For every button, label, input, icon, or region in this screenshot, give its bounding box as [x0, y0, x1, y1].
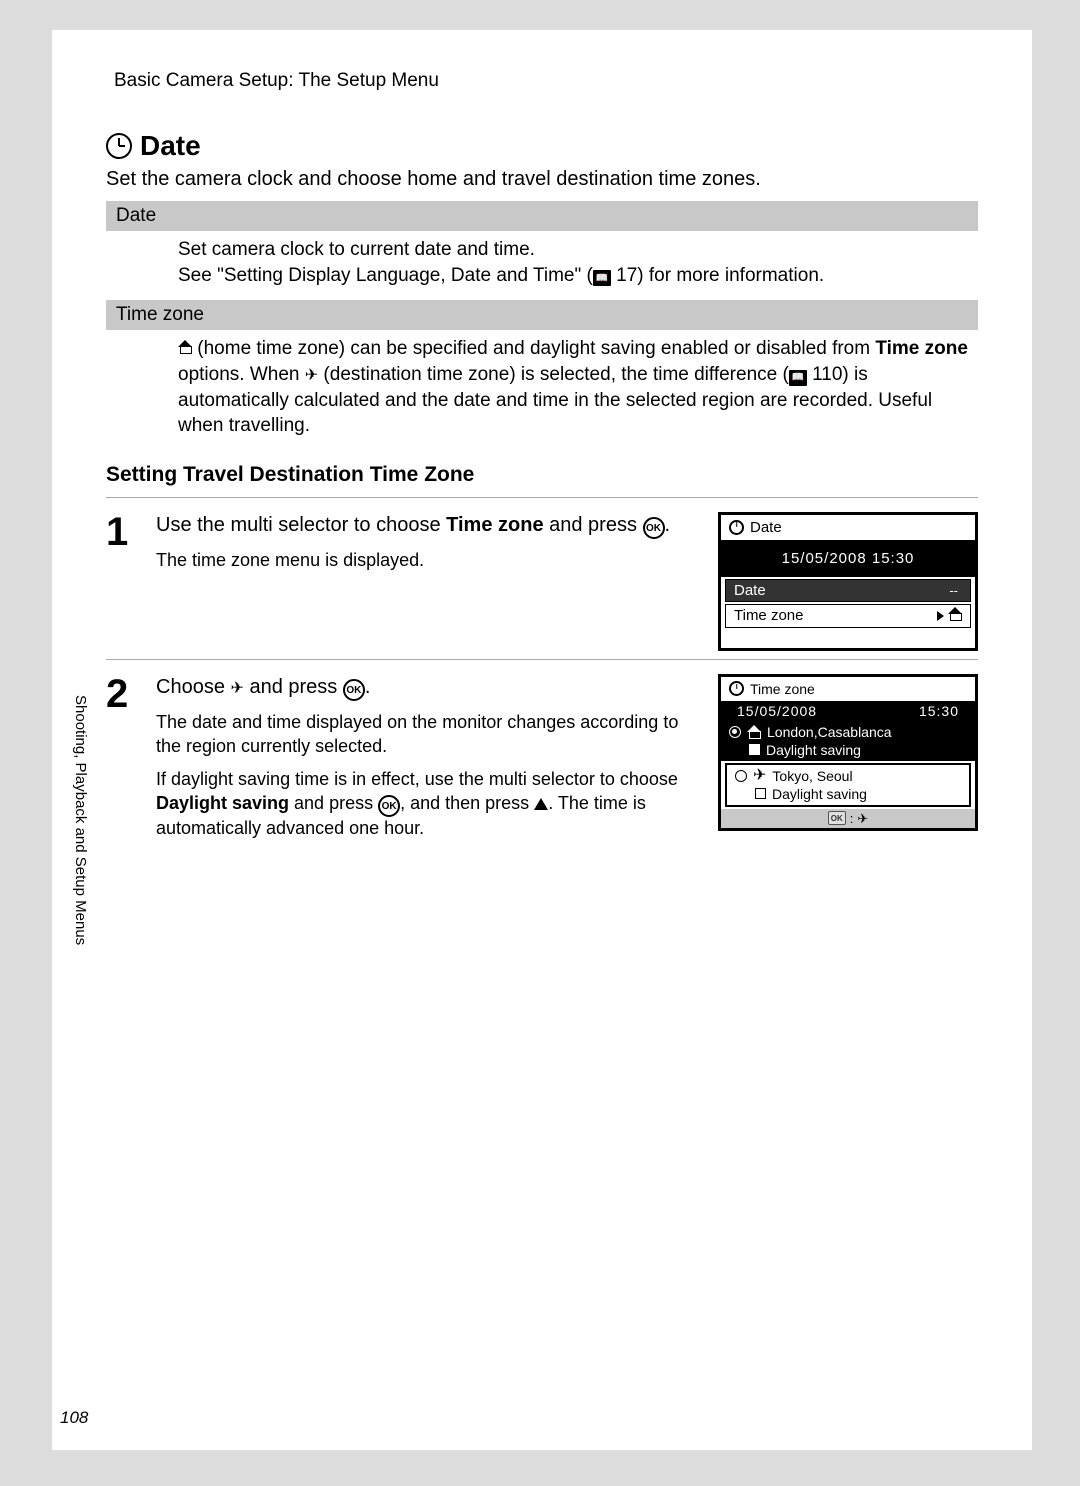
clock-icon	[106, 133, 132, 159]
text: 17) for more information.	[611, 265, 824, 286]
radio-icon	[735, 770, 747, 782]
plane-icon: ✈	[857, 812, 868, 825]
bold-text: Daylight saving	[156, 793, 289, 813]
tz-name: London,Casablanca	[767, 724, 892, 740]
text: , and then press	[400, 793, 534, 813]
ok-icon: OK	[643, 517, 665, 539]
bold-text: Time zone	[875, 338, 968, 359]
table-body-date: Set camera clock to current date and tim…	[106, 231, 978, 294]
book-icon: 📖	[593, 270, 611, 286]
plane-icon: ✈	[753, 768, 766, 784]
lcd-row-timezone: Time zone	[725, 604, 971, 628]
lcd-datetime: 15/05/2008 15:30	[721, 701, 975, 721]
home-icon	[948, 607, 962, 621]
text: Use the multi selector to choose	[156, 514, 446, 536]
lcd-title-text: Date	[750, 519, 782, 536]
dash-icon: --	[945, 583, 962, 598]
text: See "Setting Display Language, Date and …	[178, 265, 593, 286]
lcd-datetime: 15/05/2008 15:30	[721, 540, 975, 577]
tz-home-group: London,Casablanca Daylight saving	[721, 721, 975, 761]
text: If daylight saving time is in effect, us…	[156, 769, 678, 789]
clock-icon	[729, 520, 744, 535]
text: (destination time zone) is selected, the…	[318, 364, 789, 385]
row-right	[937, 607, 962, 625]
step-number: 2	[106, 674, 142, 841]
table-header-date: Date	[106, 201, 978, 231]
tz-dest-group: ✈ Tokyo, Seoul Daylight saving	[725, 763, 971, 807]
lcd-time: 15:30	[919, 703, 959, 719]
step-1: 1 Use the multi selector to choose Time …	[106, 497, 978, 651]
book-icon: 📖	[789, 370, 807, 386]
text: Set camera clock to current date and tim…	[178, 239, 535, 260]
step-subtext: The date and time displayed on the monit…	[156, 711, 700, 758]
bold-text: Time zone	[446, 514, 543, 536]
step-2: 2 Choose ✈ and press OK. The date and ti…	[106, 659, 978, 841]
text: and press	[544, 514, 643, 536]
step-subtext: The time zone menu is displayed.	[156, 549, 700, 572]
section-title: Date	[106, 130, 978, 162]
step-text: Use the multi selector to choose Time zo…	[156, 512, 700, 651]
lcd-title-text: Time zone	[750, 681, 815, 697]
step-text: Choose ✈ and press OK. The date and time…	[156, 674, 700, 841]
text: options. When	[178, 364, 305, 385]
text: (home time zone) can be specified and da…	[192, 338, 875, 359]
lcd-screen-date: Date 15/05/2008 15:30 Date -- Time zone	[718, 512, 978, 651]
text: and press	[244, 676, 343, 698]
plane-icon: ✈	[231, 681, 244, 697]
home-icon	[747, 725, 761, 739]
text: and press	[289, 793, 378, 813]
side-tab-text: Shooting, Playback and Setup Menus	[72, 695, 89, 945]
plane-icon: ✈	[305, 368, 318, 384]
step-number: 1	[106, 512, 142, 651]
lcd-title: Time zone	[721, 677, 975, 701]
page-number: 108	[60, 1408, 88, 1428]
lcd-title: Date	[721, 515, 975, 540]
checkbox-icon	[749, 744, 760, 755]
intro-text: Set the camera clock and choose home and…	[106, 168, 978, 191]
home-icon	[178, 340, 192, 354]
lcd-label: Date	[734, 582, 766, 599]
text: Choose	[156, 676, 231, 698]
table-body-timezone: (home time zone) can be specified and da…	[106, 330, 978, 445]
tz-ds-label: Daylight saving	[766, 742, 861, 758]
lcd-screen-timezone: Time zone 15/05/2008 15:30 London,Casabl…	[718, 674, 978, 841]
radio-icon	[729, 726, 741, 738]
lcd-label: Time zone	[734, 607, 803, 624]
subheading: Setting Travel Destination Time Zone	[106, 463, 978, 487]
clock-icon	[729, 681, 744, 696]
manual-page: Basic Camera Setup: The Setup Menu Date …	[52, 30, 1032, 1450]
tz-name: Tokyo, Seoul	[772, 768, 852, 784]
tz-ds-label: Daylight saving	[772, 786, 867, 802]
ok-icon: OK	[378, 795, 400, 817]
breadcrumb: Basic Camera Setup: The Setup Menu	[114, 70, 978, 92]
step-subtext: If daylight saving time is in effect, us…	[156, 768, 700, 840]
checkbox-icon	[755, 788, 766, 799]
lcd-footer: OK : ✈	[721, 809, 975, 828]
triangle-up-icon	[534, 798, 548, 810]
table-header-timezone: Time zone	[106, 300, 978, 330]
chevron-right-icon	[937, 611, 944, 621]
ok-small-icon: OK	[828, 811, 846, 825]
ok-icon: OK	[343, 679, 365, 701]
lcd-row-date: Date --	[725, 579, 971, 602]
lcd-date: 15/05/2008	[737, 703, 817, 719]
section-title-text: Date	[140, 130, 201, 162]
